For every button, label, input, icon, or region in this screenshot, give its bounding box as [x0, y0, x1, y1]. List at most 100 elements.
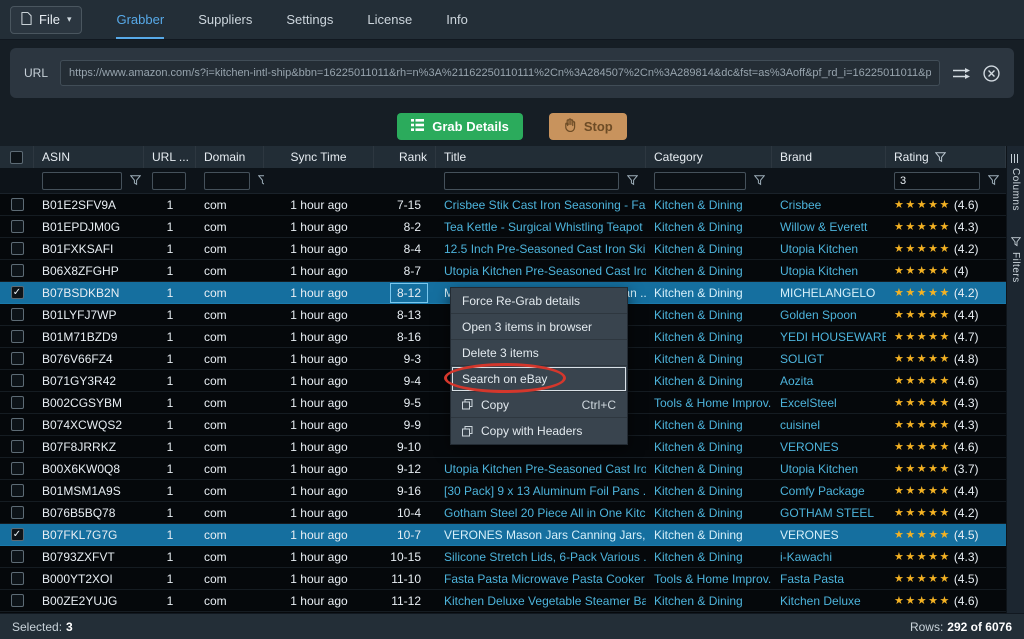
rank-cell[interactable]: 10-4	[374, 502, 436, 523]
table-row[interactable]: B01FXKSAFI 1 com 1 hour ago 8-4 12.5 Inc…	[0, 238, 1006, 260]
table-row[interactable]: B0793ZXFVT 1 com 1 hour ago 10-15 Silico…	[0, 546, 1006, 568]
filter-funnel-icon[interactable]	[130, 175, 141, 186]
domain-filter-input[interactable]	[204, 172, 250, 190]
table-row[interactable]: B076B5BQ78 1 com 1 hour ago 10-4 Gotham …	[0, 502, 1006, 524]
table-row[interactable]: B01MSM1A9S 1 com 1 hour ago 9-16 [30 Pac…	[0, 480, 1006, 502]
row-checkbox[interactable]	[11, 352, 24, 365]
row-checkbox[interactable]	[11, 308, 24, 321]
title-cell[interactable]: Utopia Kitchen Pre-Seasoned Cast Iro...	[436, 458, 646, 479]
rank-cell[interactable]: 10-15	[374, 546, 436, 567]
col-header-asin[interactable]: ASIN	[34, 146, 144, 168]
filter-funnel-icon[interactable]	[935, 152, 946, 163]
table-row[interactable]: B00ZE2YUJG 1 com 1 hour ago 11-12 Kitche…	[0, 590, 1006, 612]
title-cell[interactable]: VERONES Mason Jars Canning Jars, 4...	[436, 524, 646, 545]
rank-cell[interactable]: 9-16	[374, 480, 436, 501]
col-header-url[interactable]: URL ...	[144, 146, 196, 168]
category-filter-input[interactable]	[654, 172, 746, 190]
col-header-domain[interactable]: Domain	[196, 146, 264, 168]
rank-cell[interactable]: 8-7	[374, 260, 436, 281]
select-all-checkbox[interactable]	[10, 151, 23, 164]
menu-item-copy-with-headers[interactable]: Copy with Headers	[451, 418, 627, 444]
row-checkbox[interactable]: ✓	[11, 286, 24, 299]
rank-cell[interactable]: 11-10	[374, 568, 436, 589]
col-header-category[interactable]: Category	[646, 146, 772, 168]
filter-funnel-icon[interactable]	[988, 175, 999, 186]
row-checkbox[interactable]	[11, 462, 24, 475]
rank-cell[interactable]: 11-12	[374, 590, 436, 611]
tab-settings[interactable]: Settings	[286, 0, 333, 39]
rank-cell[interactable]: 9-4	[374, 370, 436, 391]
table-row[interactable]: B01EPDJM0G 1 com 1 hour ago 8-2 Tea Kett…	[0, 216, 1006, 238]
menu-item-delete-3-items[interactable]: Delete 3 items	[451, 340, 627, 366]
url-count-filter-input[interactable]	[152, 172, 186, 190]
rank-cell[interactable]: 9-12	[374, 458, 436, 479]
title-cell[interactable]: 12.5 Inch Pre-Seasoned Cast Iron Skill..…	[436, 238, 646, 259]
title-filter-input[interactable]	[444, 172, 619, 190]
col-header-title[interactable]: Title	[436, 146, 646, 168]
rank-cell[interactable]: 9-5	[374, 392, 436, 413]
title-cell[interactable]: [30 Pack] 9 x 13 Aluminum Foil Pans ...	[436, 480, 646, 501]
filter-funnel-icon[interactable]	[754, 175, 765, 186]
rank-cell[interactable]: 8-4	[374, 238, 436, 259]
table-row[interactable]: B00X6KW0Q8 1 com 1 hour ago 9-12 Utopia …	[0, 458, 1006, 480]
table-row[interactable]: B01E2SFV9A 1 com 1 hour ago 7-15 Crisbee…	[0, 194, 1006, 216]
row-checkbox[interactable]	[11, 440, 24, 453]
rank-cell[interactable]: 9-9	[374, 414, 436, 435]
rank-cell[interactable]: 7-15	[374, 194, 436, 215]
row-checkbox[interactable]	[11, 594, 24, 607]
menu-item-copy[interactable]: CopyCtrl+C	[451, 392, 627, 418]
table-row[interactable]: B000YT2XOI 1 com 1 hour ago 11-10 Fasta …	[0, 568, 1006, 590]
title-cell[interactable]: Utopia Kitchen Pre-Seasoned Cast Iro...	[436, 260, 646, 281]
menu-item-open-3-items-in-browser[interactable]: Open 3 items in browser	[451, 314, 627, 340]
title-cell[interactable]: Crisbee Stik Cast Iron Seasoning - Fa...	[436, 194, 646, 215]
tab-license[interactable]: License	[367, 0, 412, 39]
tab-info[interactable]: Info	[446, 0, 468, 39]
row-checkbox[interactable]	[11, 264, 24, 277]
row-checkbox[interactable]	[11, 330, 24, 343]
row-checkbox[interactable]	[11, 484, 24, 497]
rank-cell[interactable]: 8-2	[374, 216, 436, 237]
menu-item-force-re-grab-details[interactable]: Force Re-Grab details	[451, 288, 627, 314]
col-header-brand[interactable]: Brand	[772, 146, 886, 168]
row-checkbox[interactable]	[11, 506, 24, 519]
clear-url-icon[interactable]	[983, 65, 1000, 82]
menu-item-search-on-ebay[interactable]: Search on eBay	[451, 366, 627, 392]
col-header-rating[interactable]: Rating	[886, 146, 1006, 168]
url-input[interactable]	[60, 60, 940, 86]
row-checkbox[interactable]	[11, 550, 24, 563]
rank-cell[interactable]: 8-12	[374, 282, 436, 303]
rail-tab-columns[interactable]: Columns	[1010, 154, 1021, 211]
table-row[interactable]: B06X8ZFGHP 1 com 1 hour ago 8-7 Utopia K…	[0, 260, 1006, 282]
table-row[interactable]: ✓ B07FKL7G7G 1 com 1 hour ago 10-7 VERON…	[0, 524, 1006, 546]
stop-button[interactable]: Stop	[549, 113, 627, 140]
title-cell[interactable]: Tea Kettle - Surgical Whistling Teapot .…	[436, 216, 646, 237]
tab-grabber[interactable]: Grabber	[116, 0, 164, 39]
asin-filter-input[interactable]	[42, 172, 122, 190]
rank-cell[interactable]: 9-3	[374, 348, 436, 369]
row-checkbox[interactable]	[11, 418, 24, 431]
rank-cell[interactable]: 10-7	[374, 524, 436, 545]
col-header-rank[interactable]: Rank	[374, 146, 436, 168]
rating-filter-input[interactable]	[894, 172, 980, 190]
row-checkbox[interactable]	[11, 242, 24, 255]
transfer-arrows-icon[interactable]	[952, 66, 971, 81]
row-checkbox[interactable]: ✓	[11, 528, 24, 541]
rank-cell[interactable]: 8-13	[374, 304, 436, 325]
row-checkbox[interactable]	[11, 220, 24, 233]
filter-funnel-icon[interactable]	[627, 175, 638, 186]
row-checkbox[interactable]	[11, 572, 24, 585]
title-cell[interactable]: Silicone Stretch Lids, 6-Pack Various ..…	[436, 546, 646, 567]
tab-suppliers[interactable]: Suppliers	[198, 0, 252, 39]
grab-details-button[interactable]: Grab Details	[397, 113, 523, 140]
rail-tab-filters[interactable]: Filters	[1010, 237, 1021, 283]
title-cell[interactable]: Kitchen Deluxe Vegetable Steamer Ba...	[436, 590, 646, 611]
col-header-sync-time[interactable]: Sync Time	[264, 146, 374, 168]
file-menu-button[interactable]: File ▾	[10, 6, 82, 34]
row-checkbox[interactable]	[11, 198, 24, 211]
title-cell[interactable]: Gotham Steel 20 Piece All in One Kitc...	[436, 502, 646, 523]
rank-cell[interactable]: 8-16	[374, 326, 436, 347]
rank-cell[interactable]: 9-10	[374, 436, 436, 457]
title-cell[interactable]: Fasta Pasta Microwave Pasta Cooker -...	[436, 568, 646, 589]
row-checkbox[interactable]	[11, 374, 24, 387]
row-checkbox[interactable]	[11, 396, 24, 409]
